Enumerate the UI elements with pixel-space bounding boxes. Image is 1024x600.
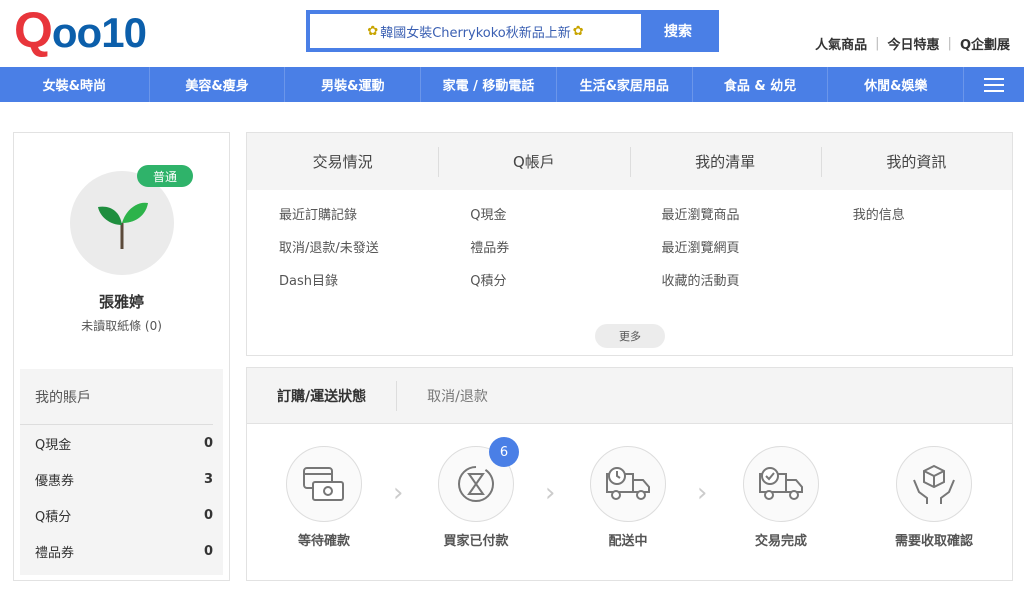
nav-item-home[interactable]: 生活&家居用品 xyxy=(557,67,693,102)
order-step-awaiting-payment[interactable]: 等待確款 xyxy=(264,446,384,549)
unread-notes-link[interactable]: 未讀取紙條 (0) xyxy=(14,317,229,334)
order-steps: 等待確款 › 6 買家已付款 › 配送中 › 交易完成 需要收取確認 xyxy=(247,437,1012,549)
search-button[interactable]: 搜索 xyxy=(641,14,715,48)
header: Qoo10 ✿ 韓國女裝Cherrykoko秋新品上新 ✿ 搜索 人氣商品 | … xyxy=(0,0,1024,67)
chevron-right-icon: › xyxy=(393,478,404,508)
delivery-truck-icon xyxy=(606,467,650,500)
order-step-label: 配送中 xyxy=(608,534,648,549)
menu-header-q-account: Q帳戶 xyxy=(438,133,629,190)
search-value: 韓國女裝Cherrykoko秋新品上新 xyxy=(380,25,571,41)
order-status-panel: 訂購/運送狀態 取消/退款 等待確款 › 6 買家已付款 › 配送中 › 交易完… xyxy=(246,367,1013,581)
menu-link-qpoints[interactable]: Q積分 xyxy=(470,270,629,303)
account-title: 我的賬戶 xyxy=(20,369,213,425)
menu-link-recent-products[interactable]: 最近瀏覽商品 xyxy=(662,204,821,237)
menu-header-transactions: 交易情況 xyxy=(312,153,373,171)
order-step-paid[interactable]: 6 買家已付款 xyxy=(416,437,536,549)
menu-button[interactable] xyxy=(964,67,1024,102)
bee-icon: ✿ xyxy=(572,23,584,39)
account-row-giftcards[interactable]: 禮品券 0 xyxy=(20,533,223,569)
order-step-label: 買家已付款 xyxy=(443,534,509,549)
user-name: 張雅婷 xyxy=(98,293,144,311)
chevron-right-icon: › xyxy=(697,478,708,508)
search-input[interactable]: ✿ 韓國女裝Cherrykoko秋新品上新 ✿ xyxy=(310,14,641,48)
menu-col-q-account: Q現金 禮品券 Q積分 xyxy=(438,204,629,303)
menu-link-my-info[interactable]: 我的信息 xyxy=(853,204,1012,237)
top-link-popular[interactable]: 人氣商品 xyxy=(815,34,867,53)
nav-item-men[interactable]: 男裝&運動 xyxy=(285,67,422,102)
menu-link-recent-orders[interactable]: 最近訂購記錄 xyxy=(279,204,438,237)
menu-headers: 交易情況 Q帳戶 我的清單 我的資訊 xyxy=(247,133,1012,190)
category-nav: 女裝&時尚 美容&瘦身 男裝&運動 家電 / 移動電話 生活&家居用品 食品 &… xyxy=(0,67,1024,102)
order-step-label: 等待確款 xyxy=(297,534,350,549)
menu-link-qcash[interactable]: Q現金 xyxy=(470,204,629,237)
order-step-shipping[interactable]: 配送中 xyxy=(568,446,688,549)
qoo10-logo[interactable]: Qoo10 xyxy=(14,2,154,58)
account-row-value: 0 xyxy=(203,435,213,451)
account-row-label: 優惠券 xyxy=(35,473,75,489)
account-row-label: Q現金 xyxy=(35,437,72,453)
menu-header-my-list: 我的清單 xyxy=(629,133,821,190)
menu-link-cancel-refund[interactable]: 取消/退款/未發送 xyxy=(279,237,438,270)
menu-col-my-info: 我的信息 xyxy=(821,204,1012,303)
nav-item-beauty[interactable]: 美容&瘦身 xyxy=(150,67,286,102)
menu-col-transactions: 最近訂購記錄 取消/退款/未發送 Dash目錄 xyxy=(247,204,438,303)
bee-icon: ✿ xyxy=(367,23,379,39)
search-bar: ✿ 韓國女裝Cherrykoko秋新品上新 ✿ 搜索 xyxy=(306,10,719,52)
menu-link-giftcards[interactable]: 禮品券 xyxy=(470,237,629,270)
account-row-value: 0 xyxy=(203,543,213,559)
account-row-value: 3 xyxy=(203,471,213,487)
order-tabs: 訂購/運送狀態 取消/退款 xyxy=(247,368,1012,424)
order-step-completed[interactable]: 交易完成 xyxy=(721,446,841,549)
account-row-value: 0 xyxy=(203,507,213,523)
member-level-badge: 普通 xyxy=(137,165,193,187)
account-row-label: Q積分 xyxy=(35,509,72,525)
divider: | xyxy=(875,36,880,51)
nav-item-leisure[interactable]: 休閒&娛樂 xyxy=(828,67,965,102)
chevron-right-icon: › xyxy=(545,478,556,508)
top-link-deals[interactable]: 今日特惠 xyxy=(888,34,940,53)
nav-item-food[interactable]: 食品 & 幼兒 xyxy=(693,67,829,102)
logo-rest: oo10 xyxy=(51,9,147,56)
account-summary: 我的賬戶 Q現金 0 優惠券 3 Q積分 0 禮品券 0 xyxy=(20,369,223,575)
hourglass-icon xyxy=(458,466,494,502)
menu-col-my-list: 最近瀏覽商品 最近瀏覽網頁 收藏的活動頁 xyxy=(630,204,821,303)
sprout-icon xyxy=(98,202,148,249)
hamburger-icon xyxy=(984,77,1005,92)
account-row-coupons[interactable]: 優惠券 3 xyxy=(20,461,223,497)
order-count-badge: 6 xyxy=(489,437,519,467)
payment-card-icon xyxy=(303,467,344,501)
account-row-qpoints[interactable]: Q積分 0 xyxy=(20,497,223,533)
tab-order-shipping[interactable]: 訂購/運送狀態 xyxy=(247,380,398,411)
profile-panel: 普通 張雅婷 未讀取紙條 (0) 我的賬戶 Q現金 0 優惠券 3 Q積分 0 … xyxy=(13,132,230,581)
order-step-label: 交易完成 xyxy=(754,534,807,549)
menu-link-saved-events[interactable]: 收藏的活動頁 xyxy=(662,270,821,303)
order-step-confirm-receipt[interactable]: 需要收取確認 xyxy=(874,446,994,549)
truck-check-icon xyxy=(759,467,803,500)
nav-item-electronics[interactable]: 家電 / 移動電話 xyxy=(421,67,557,102)
top-link-q-plan[interactable]: Q企劃展 xyxy=(960,34,1010,53)
menu-header-my-info: 我的資訊 xyxy=(820,133,1012,190)
tab-cancel-refund[interactable]: 取消/退款 xyxy=(397,381,518,411)
divider: | xyxy=(947,36,952,51)
account-row-qcash[interactable]: Q現金 0 xyxy=(20,425,223,461)
order-step-label: 需要收取確認 xyxy=(894,534,973,549)
menu-link-dash[interactable]: Dash目錄 xyxy=(279,270,438,303)
menu-link-recent-pages[interactable]: 最近瀏覽網頁 xyxy=(662,237,821,270)
account-row-label: 禮品券 xyxy=(35,545,75,561)
my-page-menu: 交易情況 Q帳戶 我的清單 我的資訊 最近訂購記錄 取消/退款/未發送 Dash… xyxy=(246,132,1013,356)
nav-item-women[interactable]: 女裝&時尚 xyxy=(0,67,150,102)
more-button[interactable]: 更多 xyxy=(595,324,665,348)
box-hands-icon xyxy=(913,464,955,504)
logo-q: Q xyxy=(14,2,53,58)
top-links: 人氣商品 | 今日特惠 | Q企劃展 xyxy=(815,34,1010,53)
